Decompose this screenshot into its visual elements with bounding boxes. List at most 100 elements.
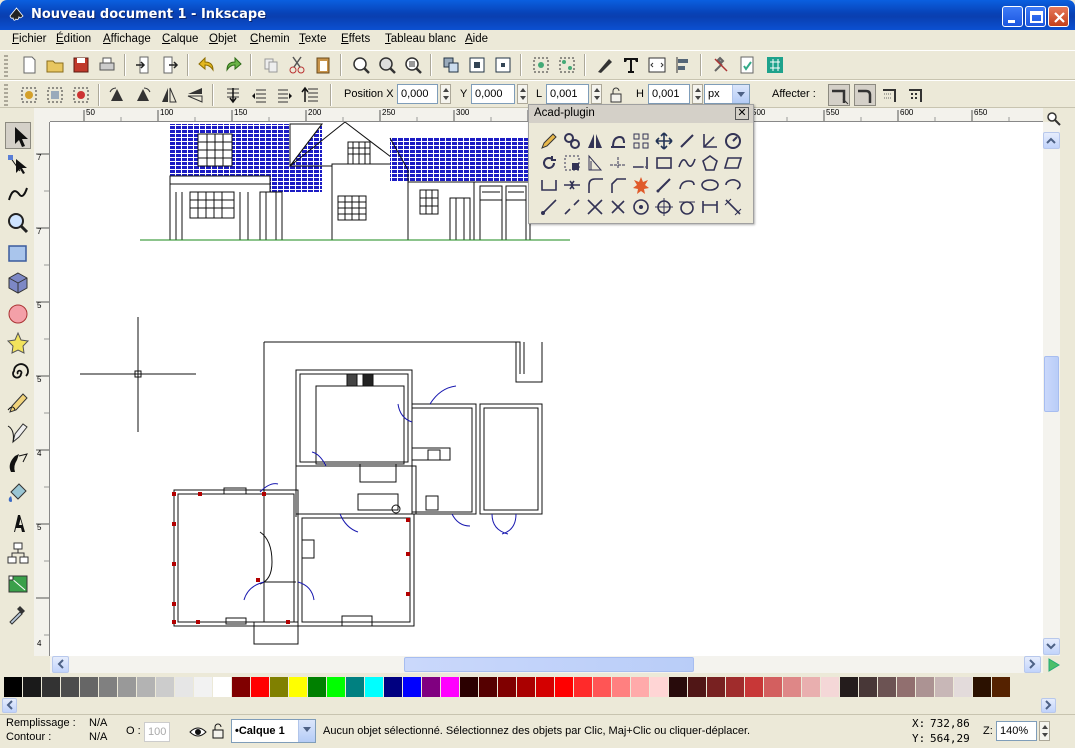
close-button[interactable]: [1048, 6, 1069, 27]
polyline-icon[interactable]: [539, 175, 559, 195]
color-swatch[interactable]: [80, 677, 98, 697]
palette-left-icon[interactable]: [2, 698, 17, 713]
zoom-selection-icon[interactable]: [350, 54, 372, 76]
layer-chevron-down-icon[interactable]: [298, 720, 315, 742]
horizontal-scroll-thumb[interactable]: [404, 657, 694, 672]
offset-icon[interactable]: [608, 131, 628, 151]
color-swatch[interactable]: [365, 677, 383, 697]
rotate-cw-icon[interactable]: [132, 84, 154, 106]
color-swatch[interactable]: [707, 677, 725, 697]
width-field[interactable]: 0,001: [546, 84, 589, 104]
measure-icon[interactable]: [723, 131, 743, 151]
lock-layer-icon[interactable]: [210, 722, 226, 740]
pen-tool-icon[interactable]: [5, 420, 31, 447]
cross-icon[interactable]: [608, 197, 628, 217]
color-swatch[interactable]: [574, 677, 592, 697]
color-swatch[interactable]: [175, 677, 193, 697]
ungroup-icon[interactable]: [556, 54, 578, 76]
xml-editor-icon[interactable]: [646, 54, 668, 76]
star-tool-icon[interactable]: [5, 330, 31, 357]
text-font-icon[interactable]: [620, 54, 642, 76]
segment-icon[interactable]: [654, 175, 674, 195]
scroll-up-icon[interactable]: [1043, 132, 1060, 149]
deselect-icon[interactable]: [70, 84, 92, 106]
maximize-button[interactable]: [1025, 6, 1046, 27]
angle-icon[interactable]: [700, 131, 720, 151]
select-all-layers-icon[interactable]: [44, 84, 66, 106]
stretch-icon[interactable]: [585, 153, 605, 173]
menu-aide[interactable]: Aide: [465, 33, 488, 45]
opacity-field[interactable]: 100: [144, 722, 170, 742]
document-properties-icon[interactable]: [736, 54, 758, 76]
color-swatch[interactable]: [650, 677, 668, 697]
fillet-icon[interactable]: [585, 175, 605, 195]
color-swatch[interactable]: [859, 677, 877, 697]
rectangle-tool-icon[interactable]: [5, 240, 31, 267]
redo-icon[interactable]: [222, 54, 244, 76]
scroll-left-icon[interactable]: [52, 656, 69, 673]
group-icon[interactable]: [530, 54, 552, 76]
undo-icon[interactable]: [196, 54, 218, 76]
color-swatch[interactable]: [156, 677, 174, 697]
explode-icon[interactable]: [631, 175, 651, 195]
scale-corners-icon[interactable]: [854, 84, 876, 106]
color-managed-icon[interactable]: [1046, 657, 1062, 673]
menu-affichage[interactable]: Affichage: [103, 33, 151, 45]
menu-edition[interactable]: Édition: [56, 33, 91, 45]
color-swatch[interactable]: [498, 677, 516, 697]
dimension-icon[interactable]: [700, 197, 720, 217]
acad-plugin-icon[interactable]: [764, 54, 786, 76]
color-swatch[interactable]: [821, 677, 839, 697]
color-swatch[interactable]: [308, 677, 326, 697]
zoom-drawing-icon[interactable]: [376, 54, 398, 76]
raise-to-top-icon[interactable]: [300, 84, 322, 106]
dropper-tool-icon[interactable]: [5, 600, 31, 627]
spiral-tool-icon[interactable]: [5, 360, 31, 387]
color-swatch[interactable]: [346, 677, 364, 697]
vertical-scrollbar[interactable]: [1043, 122, 1060, 656]
eye-visibility-icon[interactable]: [189, 724, 207, 740]
select-all-icon[interactable]: [18, 84, 40, 106]
transform-patterns-icon[interactable]: [906, 84, 928, 106]
menu-texte[interactable]: Texte: [299, 33, 327, 45]
width-spinner[interactable]: [591, 84, 602, 104]
intersect-icon[interactable]: [585, 197, 605, 217]
zoom-spinner[interactable]: [1039, 721, 1050, 741]
connector-tool-icon[interactable]: [5, 540, 31, 567]
line-icon[interactable]: [677, 131, 697, 151]
color-swatch[interactable]: [403, 677, 421, 697]
color-swatch[interactable]: [384, 677, 402, 697]
color-swatch[interactable]: [802, 677, 820, 697]
vertical-ruler[interactable]: 7 7 5 5 4 5 4: [34, 122, 50, 656]
dialog-close-button[interactable]: ✕: [735, 107, 749, 120]
color-swatch[interactable]: [745, 677, 763, 697]
color-swatch[interactable]: [840, 677, 858, 697]
controls-grip[interactable]: [4, 84, 8, 106]
flip-horizontal-icon[interactable]: [158, 84, 180, 106]
array-icon[interactable]: [631, 131, 651, 151]
color-swatch[interactable]: [669, 677, 687, 697]
color-swatch[interactable]: [954, 677, 972, 697]
ellipse-tool-icon[interactable]: [5, 300, 31, 327]
color-swatch[interactable]: [479, 677, 497, 697]
color-swatch[interactable]: [61, 677, 79, 697]
scale-icon[interactable]: [562, 153, 582, 173]
clone-icon[interactable]: [466, 54, 488, 76]
color-swatch[interactable]: [897, 677, 915, 697]
save-icon[interactable]: [70, 54, 92, 76]
toolbar-grip[interactable]: [4, 55, 8, 77]
raise-icon[interactable]: [248, 84, 270, 106]
menu-tableau-blanc[interactable]: Tableau blanc: [385, 33, 456, 45]
calligraphy-tool-icon[interactable]: [5, 450, 31, 477]
join-icon[interactable]: [562, 175, 582, 195]
chevron-down-icon[interactable]: [732, 85, 749, 103]
export-icon[interactable]: [159, 54, 181, 76]
color-swatch[interactable]: [23, 677, 41, 697]
tweak-tool-icon[interactable]: [5, 180, 31, 207]
color-swatch[interactable]: [764, 677, 782, 697]
parallelogram-icon[interactable]: [723, 153, 743, 173]
color-swatch[interactable]: [992, 677, 1010, 697]
layer-select[interactable]: •Calque 1: [231, 719, 316, 743]
lower-icon[interactable]: [274, 84, 296, 106]
y-field[interactable]: 0,000: [471, 84, 515, 104]
